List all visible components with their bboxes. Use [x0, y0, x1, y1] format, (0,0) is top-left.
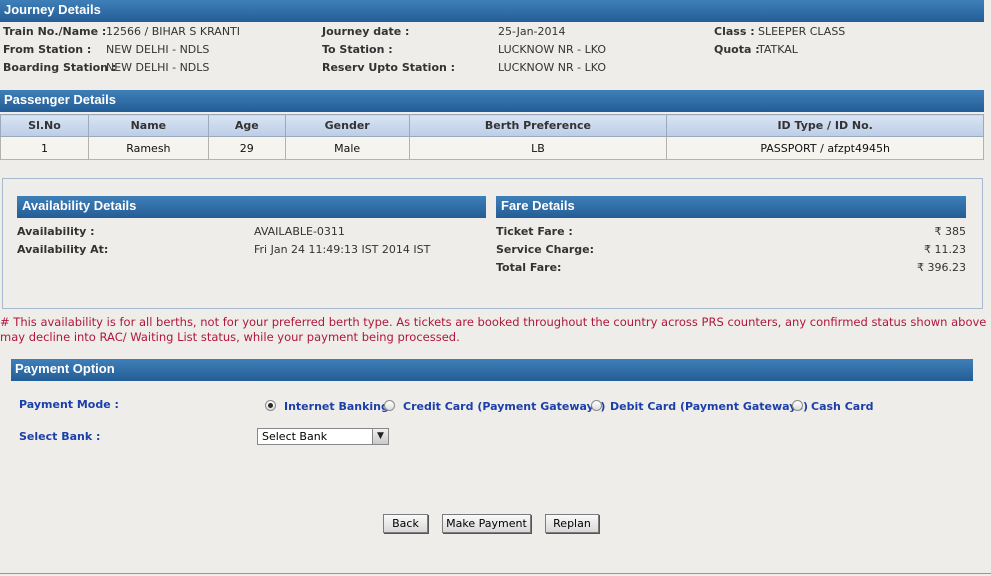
bank-select-value: Select Bank — [262, 430, 328, 443]
internet-banking-radio[interactable] — [265, 400, 276, 411]
class-value: SLEEPER CLASS — [758, 25, 846, 38]
internet-banking-label[interactable]: Internet Banking — [284, 400, 389, 413]
passenger-table: Sl.No Name Age Gender Berth Preference I… — [0, 114, 984, 160]
reserv-upto-label: Reserv Upto Station : — [322, 61, 456, 74]
journey-details-header: Journey Details — [0, 0, 984, 22]
bank-select[interactable]: Select Bank ▼ — [257, 428, 389, 445]
total-fare-label: Total Fare: — [496, 261, 562, 274]
bottom-divider — [0, 573, 991, 574]
rupee-icon: ₹ — [934, 225, 942, 238]
ticket-fare-amount: ₹ 385 — [935, 225, 967, 238]
rupee-icon: ₹ — [924, 243, 931, 256]
train-label: Train No./Name : — [3, 25, 107, 38]
passenger-table-header: Sl.No Name Age Gender Berth Preference I… — [0, 114, 984, 137]
from-station-value: NEW DELHI - NDLS — [106, 43, 210, 56]
select-bank-label: Select Bank : — [19, 430, 101, 443]
table-cell: Male — [284, 136, 410, 160]
column-header: ID Type / ID No. — [666, 114, 984, 137]
to-station-label: To Station : — [322, 43, 393, 56]
availability-value: AVAILABLE-0311 — [254, 225, 345, 238]
chevron-down-icon[interactable]: ▼ — [372, 429, 388, 444]
column-header: Sl.No — [0, 114, 89, 137]
credit-card-label[interactable]: Credit Card (Payment Gateways) — [403, 400, 605, 413]
replan-button[interactable]: Replan — [545, 514, 599, 533]
journey-date-label: Journey date : — [322, 25, 410, 38]
payment-option-header: Payment Option — [11, 359, 973, 381]
payment-mode-label: Payment Mode : — [19, 398, 119, 411]
back-button[interactable]: Back — [383, 514, 428, 533]
rupee-icon: ₹ — [917, 261, 924, 274]
passenger-details-header: Passenger Details — [0, 90, 984, 112]
make-payment-button[interactable]: Make Payment — [442, 514, 531, 533]
journey-date-value: 25-Jan-2014 — [498, 25, 566, 38]
availability-details-header: Availability Details — [17, 196, 486, 218]
debit-card-radio[interactable] — [591, 400, 602, 411]
table-cell: Ramesh — [87, 136, 209, 160]
ticket-fare-value: 385 — [945, 225, 966, 238]
credit-card-radio[interactable] — [384, 400, 395, 411]
total-fare-value: 396.23 — [927, 261, 967, 274]
column-header: Berth Preference — [408, 114, 668, 137]
table-cell: LB — [408, 136, 668, 160]
fare-details-header: Fare Details — [496, 196, 966, 218]
class-label: Class : — [714, 25, 755, 38]
service-charge-label: Service Charge: — [496, 243, 595, 256]
column-header: Name — [87, 114, 209, 137]
to-station-value: LUCKNOW NR - LKO — [498, 43, 607, 56]
debit-card-label[interactable]: Debit Card (Payment Gateways) — [610, 400, 808, 413]
quota-label: Quota : — [714, 43, 760, 56]
quota-value: TATKAL — [758, 43, 798, 56]
cash-card-radio[interactable] — [792, 400, 803, 411]
cash-card-label[interactable]: Cash Card — [811, 400, 874, 413]
train-value: 12566 / BIHAR S KRANTI — [106, 25, 241, 38]
table-cell: PASSPORT / afzpt4945h — [666, 136, 984, 160]
availability-label: Availability : — [17, 225, 95, 238]
service-charge-amount: ₹ 11.23 — [924, 243, 966, 256]
availability-at-value: Fri Jan 24 11:49:13 IST 2014 IST — [254, 243, 431, 256]
reserv-upto-value: LUCKNOW NR - LKO — [498, 61, 607, 74]
table-cell: 1 — [0, 136, 89, 160]
ticket-fare-label: Ticket Fare : — [496, 225, 573, 238]
service-charge-value: 11.23 — [934, 243, 967, 256]
table-cell: 29 — [207, 136, 286, 160]
table-row: 1 Ramesh 29 Male LB PASSPORT / afzpt4945… — [0, 136, 984, 160]
boarding-station-value: NEW DELHI - NDLS — [106, 61, 210, 74]
availability-at-label: Availability At: — [17, 243, 109, 256]
column-header: Gender — [284, 114, 410, 137]
from-station-label: From Station : — [3, 43, 92, 56]
column-header: Age — [207, 114, 286, 137]
boarding-station-label: Boarding Station : — [3, 61, 117, 74]
availability-note: # This availability is for all berths, n… — [0, 315, 987, 344]
total-fare-amount: ₹ 396.23 — [917, 261, 966, 274]
